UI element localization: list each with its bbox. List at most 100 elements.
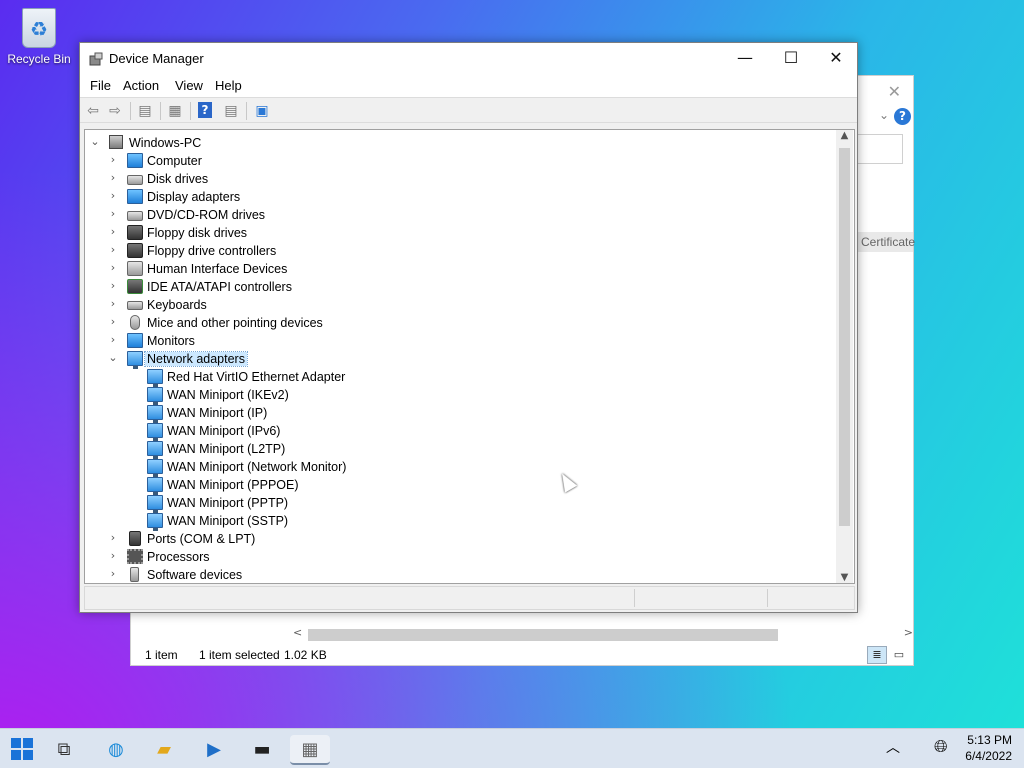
chevron-right-icon[interactable]: › — [107, 189, 119, 202]
status-bar: 1 item 1 item selected 1.02 KB ≣ ▭ — [131, 644, 913, 666]
display-adapter-icon — [127, 189, 143, 204]
tree-item-floppy-controllers[interactable]: › Floppy drive controllers — [85, 242, 825, 260]
chevron-right-icon[interactable]: › — [107, 315, 119, 328]
tree-item-label: Keyboards — [147, 298, 207, 312]
help-icon[interactable]: ? — [894, 108, 911, 125]
chevron-right-icon[interactable]: › — [107, 171, 119, 184]
edge-icon[interactable]: ◍ — [96, 735, 136, 765]
properties-icon[interactable]: ▤ — [136, 102, 154, 120]
tree-item-hid[interactable]: › Human Interface Devices — [85, 260, 825, 278]
device-tree[interactable]: ⌄ Windows-PC › Computer › Disk drives › … — [84, 129, 855, 584]
tree-item-label: Display adapters — [147, 190, 241, 204]
network-icon[interactable]: 🌐︎ — [934, 737, 948, 757]
search-field[interactable] — [857, 134, 903, 164]
recycle-bin[interactable]: Recycle Bin — [6, 8, 72, 66]
chevron-down-icon[interactable]: ⌄ — [107, 351, 119, 364]
clock[interactable]: 5:13 PM 6/4/2022 — [965, 732, 1012, 764]
tree-item-mice[interactable]: › Mice and other pointing devices — [85, 314, 825, 332]
start-icon[interactable] — [11, 738, 33, 760]
chevron-right-icon[interactable]: › — [107, 279, 119, 292]
menu-file[interactable]: File — [90, 78, 111, 93]
computer-icon — [109, 135, 123, 149]
tree-child[interactable]: WAN Miniport (PPTP) — [85, 494, 825, 513]
network-adapter-icon — [147, 423, 163, 441]
tree-item-label: Human Interface Devices — [147, 262, 288, 276]
chevron-down-icon[interactable]: ⌄ — [89, 135, 101, 148]
close-icon[interactable]: ✕ — [888, 82, 901, 101]
scroll-down-icon[interactable]: ▼ — [836, 572, 853, 583]
media-icon[interactable]: ▶ — [194, 735, 234, 765]
chevron-right-icon[interactable]: › — [107, 207, 119, 220]
tree-child[interactable]: WAN Miniport (L2TP) — [85, 440, 825, 459]
menu-help[interactable]: Help — [215, 78, 242, 93]
tree-item-label: Floppy drive controllers — [147, 244, 277, 258]
tree-child[interactable]: WAN Miniport (SSTP) — [85, 512, 825, 531]
tree-child[interactable]: WAN Miniport (IKEv2) — [85, 386, 825, 405]
column-header-certificate[interactable]: Certificate — [857, 232, 915, 252]
chevron-right-icon[interactable]: › — [107, 243, 119, 256]
details-view-icon[interactable]: ≣ — [867, 646, 887, 664]
tree-item-ports[interactable]: › Ports (COM & LPT) — [85, 530, 825, 548]
maximize-button[interactable]: ☐ — [768, 43, 814, 75]
chevron-right-icon[interactable]: › — [107, 297, 119, 310]
floppy-icon — [127, 225, 143, 240]
tree-root[interactable]: ⌄ Windows-PC — [85, 134, 825, 152]
tree-item-network-adapters[interactable]: ⌄ Network adapters — [85, 350, 825, 369]
tree-item-label: Monitors — [147, 334, 195, 348]
menu-action[interactable]: Action — [123, 78, 159, 93]
tree-item-monitors[interactable]: › Monitors — [85, 332, 825, 350]
close-button[interactable]: ✕ — [813, 43, 859, 75]
tree-item-display-adapters[interactable]: › Display adapters — [85, 188, 825, 206]
tree-child[interactable]: WAN Miniport (PPPOE) — [85, 476, 825, 495]
tree-item-processors[interactable]: › Processors — [85, 548, 825, 566]
scroll-left-icon[interactable]: < — [293, 626, 302, 639]
taskbar: ⧉ ◍ ▰ ▶ ▬ ▦ ︿ 🌐︎ 5:13 PM 6/4/2022 — [0, 728, 1024, 768]
tree-child[interactable]: WAN Miniport (Network Monitor) — [85, 458, 825, 477]
forward-icon[interactable]: ⇨ — [106, 102, 124, 120]
file-explorer-icon[interactable]: ▰ — [144, 735, 184, 765]
chevron-right-icon[interactable]: › — [107, 531, 119, 544]
chevron-down-icon[interactable]: ⌄ — [879, 108, 889, 122]
tree-item-keyboards[interactable]: › Keyboards — [85, 296, 825, 314]
back-icon[interactable]: ⇦ — [84, 102, 102, 120]
tree-child[interactable]: Red Hat VirtIO Ethernet Adapter — [85, 368, 825, 387]
menu-view[interactable]: View — [175, 78, 203, 93]
device-manager-icon[interactable]: ▦ — [290, 735, 330, 765]
tree-child[interactable]: WAN Miniport (IP) — [85, 404, 825, 423]
view-icon[interactable]: ▤ — [222, 102, 240, 120]
scroll-up-icon[interactable]: ▲ — [836, 130, 853, 141]
help-icon[interactable]: ? — [198, 102, 212, 118]
tree-item-dvd[interactable]: › DVD/CD-ROM drives — [85, 206, 825, 224]
toolbar: ⇦ ⇨ ▤ ▦ ? ▤ ▣ — [80, 97, 857, 123]
tree-child-label: WAN Miniport (L2TP) — [167, 442, 286, 456]
monitor-icon[interactable]: ▣ — [253, 102, 271, 120]
chevron-right-icon[interactable]: › — [107, 261, 119, 274]
scroll-right-icon[interactable]: > — [904, 626, 913, 639]
chevron-right-icon[interactable]: › — [107, 567, 119, 580]
tree-item-floppy-disk[interactable]: › Floppy disk drives — [85, 224, 825, 242]
chevron-right-icon[interactable]: › — [107, 225, 119, 238]
tree-item-ide[interactable]: › IDE ATA/ATAPI controllers — [85, 278, 825, 296]
chevron-right-icon[interactable]: › — [107, 153, 119, 166]
chevron-right-icon[interactable]: › — [107, 333, 119, 346]
scan-icon[interactable]: ▦ — [166, 102, 184, 120]
network-adapter-icon — [127, 351, 143, 369]
chevron-up-icon[interactable]: ︿ — [886, 737, 900, 757]
tree-item-label: Network adapters — [144, 351, 248, 367]
tree-item-computer[interactable]: › Computer — [85, 152, 825, 170]
minimize-button[interactable]: — — [722, 43, 768, 75]
scroll-thumb[interactable] — [308, 629, 778, 641]
tree-child[interactable]: WAN Miniport (IPv6) — [85, 422, 825, 441]
horizontal-scrollbar[interactable]: < > — [291, 626, 915, 642]
chevron-right-icon[interactable]: › — [107, 549, 119, 562]
large-icons-view-icon[interactable]: ▭ — [889, 646, 909, 664]
task-view-icon[interactable]: ⧉ — [44, 735, 84, 765]
port-icon — [129, 531, 141, 546]
vertical-scrollbar[interactable]: ▲ ▼ — [836, 130, 853, 583]
terminal-icon[interactable]: ▬ — [242, 735, 282, 765]
scroll-thumb[interactable] — [839, 148, 850, 526]
tree-item-disk-drives[interactable]: › Disk drives — [85, 170, 825, 188]
title-bar[interactable]: Device Manager — ☐ ✕ — [80, 43, 857, 75]
status-divider — [767, 589, 768, 607]
tree-item-software-devices[interactable]: › Software devices — [85, 566, 825, 583]
